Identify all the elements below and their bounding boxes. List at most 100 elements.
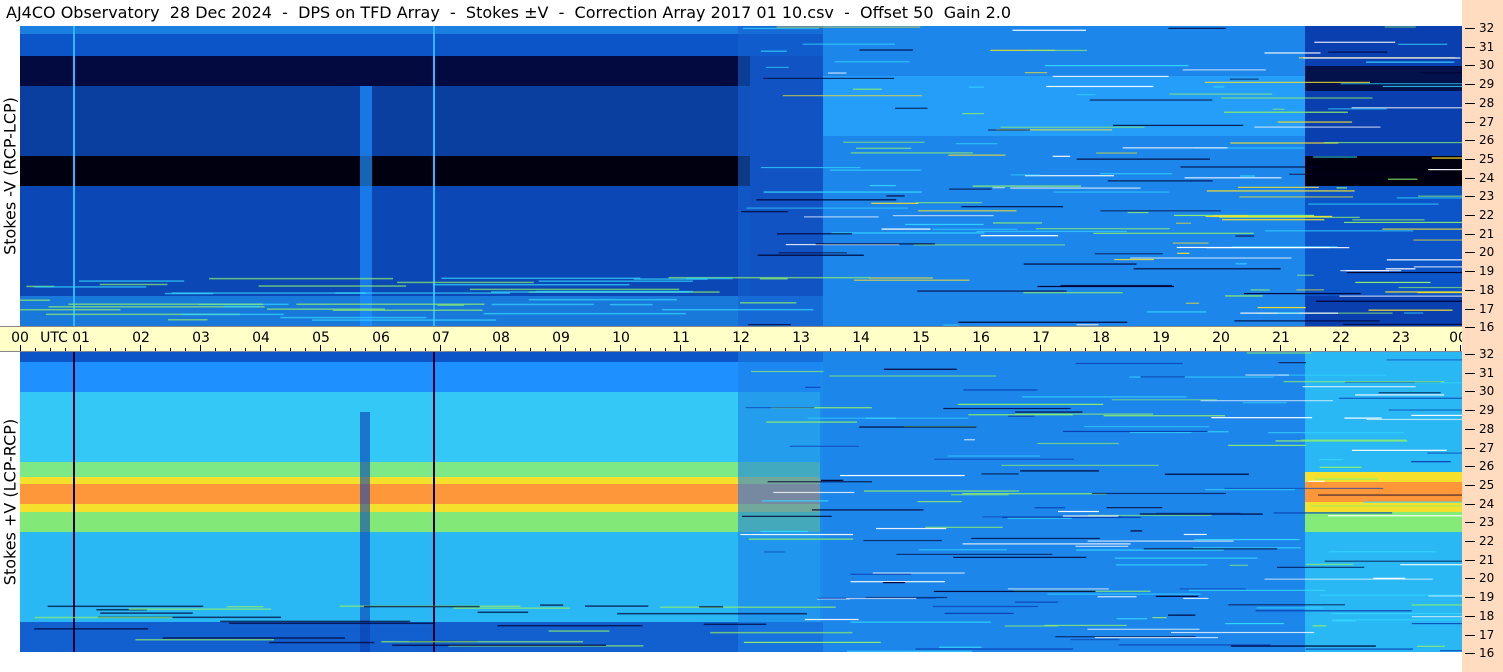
spectral-line: [397, 281, 534, 284]
time-tick: [1190, 348, 1191, 351]
time-tick: [1430, 348, 1431, 351]
spectral-line: [1345, 270, 1390, 272]
spectral-line: [976, 230, 1127, 233]
spectral-line: [1338, 397, 1462, 399]
spectral-line: [1007, 588, 1109, 590]
frequency-tick: [1465, 522, 1475, 524]
frequency-label: 24: [1479, 496, 1495, 511]
spectral-line: [863, 490, 1019, 492]
spectral-line: [220, 620, 411, 623]
spectral-line: [1427, 452, 1462, 454]
frequency-label: 22: [1479, 534, 1495, 548]
spectral-line: [881, 228, 931, 230]
time-label: 01: [72, 330, 90, 346]
spectral-line: [79, 280, 185, 282]
spectral-line: [538, 280, 693, 282]
spectral-line: [925, 526, 1003, 528]
time-tick: [65, 348, 66, 351]
time-tick: [650, 348, 651, 351]
spectral-line: [1277, 312, 1300, 314]
spectral-line: [223, 305, 260, 308]
spectral-line: [1250, 289, 1270, 291]
spectral-line: [1100, 173, 1173, 175]
time-tick: [1340, 345, 1341, 351]
spectral-line: [1170, 631, 1315, 634]
time-tick: [770, 348, 771, 351]
spectral-line: [20, 299, 50, 301]
spectral-line: [859, 49, 914, 51]
spectral-line: [761, 500, 829, 502]
spectral-line: [453, 607, 570, 609]
time-tick: [335, 348, 336, 351]
time-tick: [635, 348, 636, 351]
spectral-line: [871, 202, 919, 204]
time-tick: [275, 348, 276, 351]
spectral-line: [981, 473, 1019, 475]
spectral-line: [972, 185, 1082, 187]
spectral-line: [1106, 507, 1163, 509]
spectral-line: [1010, 187, 1141, 189]
spectral-line: [1382, 228, 1462, 230]
spectral-line: [1354, 394, 1445, 396]
spectral-line: [846, 597, 917, 600]
spectral-line: [1255, 610, 1412, 612]
spectral-line: [964, 439, 975, 441]
spectral-line: [992, 222, 1043, 224]
frequency-label: 31: [1479, 365, 1495, 380]
spectral-line: [1205, 489, 1296, 491]
spectral-line: [34, 616, 173, 619]
spectral-line: [827, 72, 847, 74]
spectral-line: [1183, 533, 1207, 536]
time-tick: [395, 348, 396, 351]
frequency-label: 23: [1479, 189, 1495, 204]
utc-time-axis: 00 UTC 01 02 03 04 05 06 07 08 09 10 11 12 13 14 15 16 17 1…: [0, 326, 1495, 352]
spectral-line: [746, 207, 908, 209]
spectral-line: [1118, 644, 1271, 646]
spectral-line: [869, 184, 896, 187]
spectral-line: [850, 152, 973, 154]
spectral-line: [1097, 596, 1137, 598]
time-tick: [740, 345, 741, 351]
spectral-line: [802, 43, 895, 45]
time-tick: [1085, 348, 1086, 351]
spectral-line: [1204, 81, 1371, 83]
spectral-line: [743, 641, 881, 644]
time-tick: [875, 348, 876, 351]
spectral-line: [776, 26, 921, 28]
spectral-line: [1213, 215, 1249, 217]
frequency-tick: [1465, 597, 1475, 599]
spectral-line: [1400, 564, 1462, 566]
spectral-line: [1388, 409, 1462, 411]
spectral-line: [1228, 604, 1346, 606]
spectral-line: [834, 61, 910, 63]
spectral-line: [1368, 309, 1453, 311]
spectral-line: [1057, 510, 1100, 513]
spectral-line: [1319, 466, 1362, 468]
spectral-line: [939, 646, 982, 648]
time-tick: [80, 345, 81, 351]
spectral-line: [1289, 173, 1439, 175]
spectral-line: [1076, 94, 1096, 96]
spectral-line: [1332, 620, 1356, 622]
spectral-line: [1428, 168, 1462, 171]
time-tick: [620, 345, 621, 351]
spectral-line: [1366, 418, 1462, 421]
time-label: 04: [252, 330, 270, 346]
spectral-line: [1327, 515, 1462, 517]
time-tick: [410, 348, 411, 351]
spectral-line: [1235, 263, 1248, 265]
spectrogram-band: [1305, 186, 1462, 296]
spectral-line: [660, 606, 836, 608]
spectral-line: [1411, 414, 1462, 417]
frequency-tick: [1465, 354, 1475, 355]
spectral-line: [767, 481, 873, 483]
spectral-line: [853, 88, 882, 90]
spectral-line: [1246, 352, 1312, 354]
time-tick: [905, 348, 906, 351]
spectral-line: [47, 605, 204, 608]
frequency-label: 31: [1479, 39, 1495, 54]
time-tick: [500, 345, 501, 351]
spectral-line: [1206, 247, 1350, 249]
frequency-label: 20: [1479, 571, 1495, 586]
time-tick: [200, 345, 201, 351]
